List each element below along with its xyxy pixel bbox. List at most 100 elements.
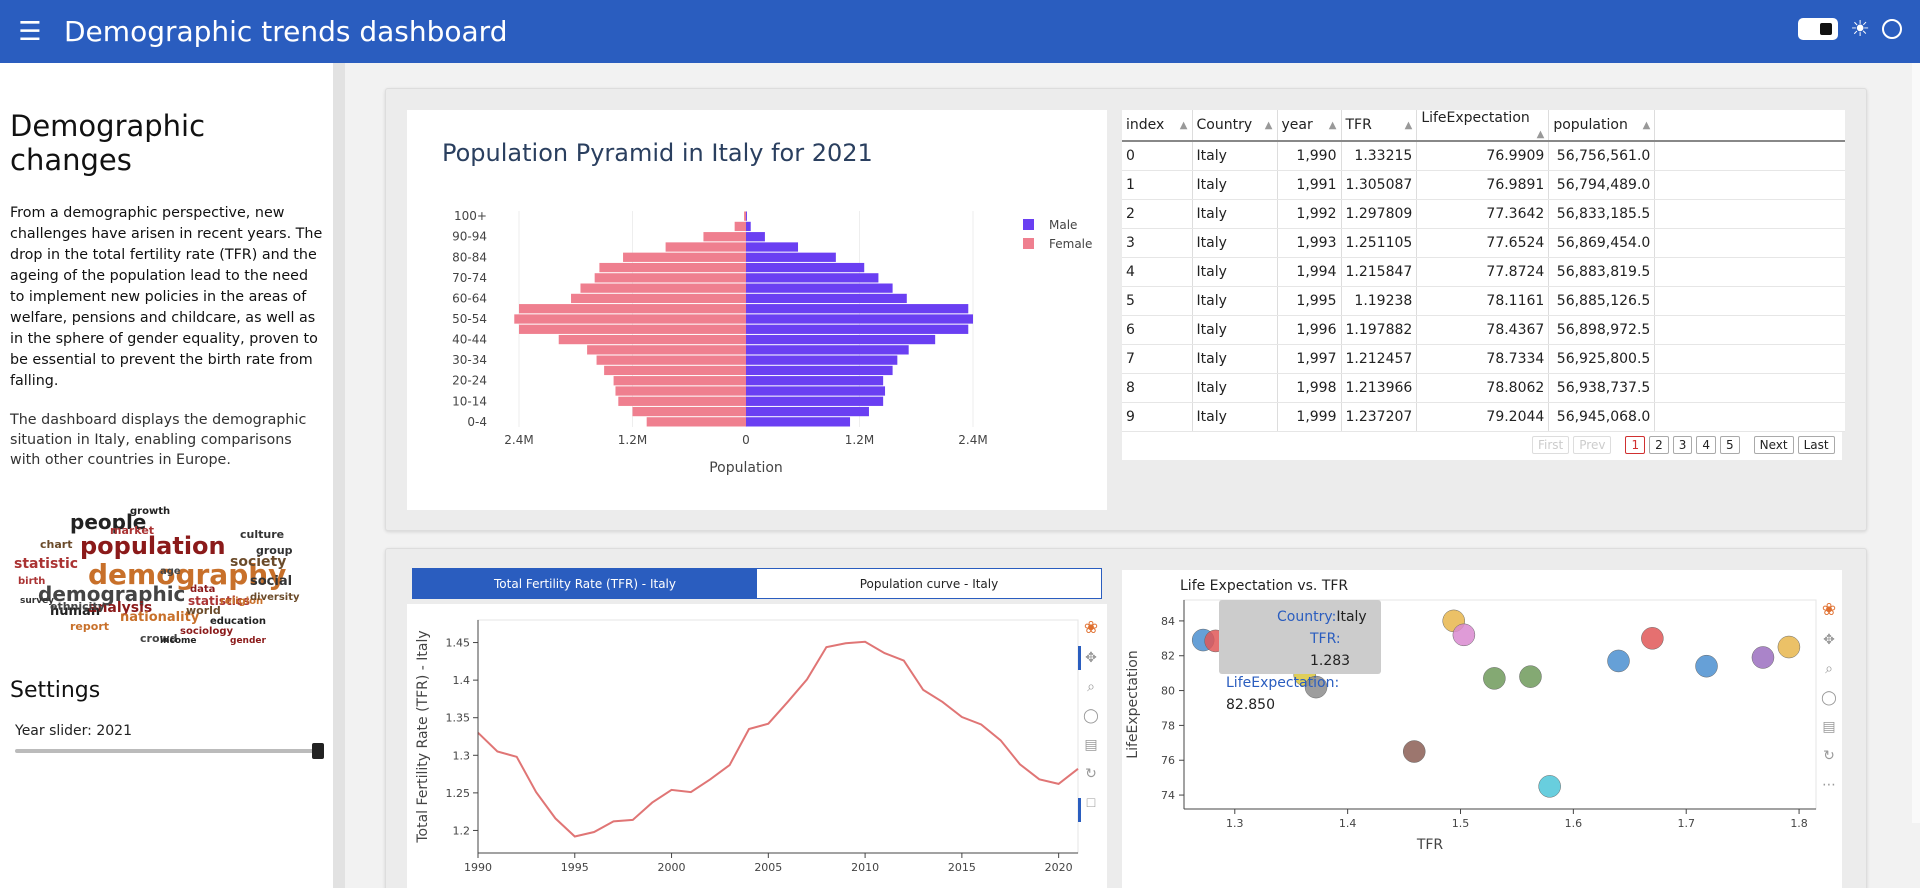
- sort-arrow-icon[interactable]: ▲: [1265, 120, 1273, 131]
- save-tool-icon[interactable]: ▤: [1819, 716, 1839, 736]
- prev-page-button[interactable]: Prev: [1573, 436, 1612, 454]
- sort-arrow-icon[interactable]: ▲: [1180, 120, 1188, 131]
- population-pyramid-chart[interactable]: 100+ 90-94 80-84 70-74 60-64 50-54 40-44 30-34 2…: [407, 195, 1107, 495]
- table-row[interactable]: 5 Italy 1,995 1.19238 78.1161 56,885,126.5: [1122, 286, 1845, 316]
- pyramid-x-tick: 2.4M: [958, 433, 987, 447]
- scatter-point: [1452, 623, 1476, 647]
- scatter-point: [1607, 649, 1630, 673]
- tab-tfr[interactable]: Total Fertility Rate (TFR) - Italy: [413, 569, 757, 598]
- page-1-button[interactable]: 1: [1625, 436, 1646, 454]
- column-header-country[interactable]: Country ▲: [1192, 110, 1278, 142]
- table-cell: 1,994: [1277, 257, 1342, 287]
- sort-arrow-icon[interactable]: ▲: [1405, 120, 1413, 131]
- next-page-button[interactable]: Next: [1753, 436, 1794, 454]
- page-scrollbar[interactable]: [1912, 63, 1920, 823]
- sort-arrow-icon[interactable]: ▲: [1537, 129, 1545, 140]
- male-bar: [746, 386, 886, 396]
- x-tick-label: 1.4: [1339, 817, 1357, 830]
- scatter-title: Life Expectation vs. TFR: [1180, 578, 1348, 594]
- app-title: Demographic trends dashboard: [64, 15, 508, 48]
- column-header-lifeexpectation[interactable]: LifeExpectation ▲: [1416, 110, 1550, 142]
- sun-icon[interactable]: ☀: [1850, 18, 1870, 40]
- sidebar: Demographic changes From a demographic p…: [0, 63, 345, 888]
- column-header-year[interactable]: year ▲: [1277, 110, 1342, 142]
- wheel-zoom-tool-icon[interactable]: ◯: [1819, 687, 1839, 707]
- female-bar: [734, 221, 746, 232]
- female-bar: [632, 406, 746, 417]
- tooltip-country-value: Italy: [1336, 609, 1367, 625]
- female-bar: [596, 355, 746, 365]
- zoom-tool-icon[interactable]: ⌕: [1081, 676, 1101, 696]
- table-cell: 5: [1122, 286, 1193, 316]
- more-tools-icon[interactable]: ⋯: [1819, 774, 1839, 794]
- tab-population-curve[interactable]: Population curve - Italy: [757, 569, 1101, 598]
- table-row[interactable]: 7 Italy 1,997 1.212457 78.7334 56,925,800.5: [1122, 344, 1845, 374]
- table-row[interactable]: 1 Italy 1,991 1.305087 76.9891 56,794,489.0: [1122, 170, 1845, 200]
- y-tick-label: 1.3: [453, 749, 471, 762]
- table-cell: 1,995: [1277, 286, 1342, 316]
- y-tick-label: 1.25: [446, 787, 471, 800]
- column-header-tfr[interactable]: TFR ▲: [1341, 110, 1418, 142]
- table-cell: 1.237207: [1341, 402, 1418, 432]
- table-row[interactable]: 9 Italy 1,999 1.237207 79.2044 56,945,068.0: [1122, 402, 1845, 432]
- table-cell-filler: [1654, 228, 1845, 258]
- pyramid-y-tick: 90-94: [452, 230, 487, 244]
- pan-tool-icon[interactable]: ✥: [1819, 629, 1839, 649]
- wordcloud-word: birth: [18, 576, 46, 587]
- wordcloud-word: chart: [40, 538, 73, 551]
- page-4-button[interactable]: 4: [1696, 436, 1717, 454]
- table-row[interactable]: 3 Italy 1,993 1.251105 77.6524 56,869,454.0: [1122, 228, 1845, 258]
- theme-toggle[interactable]: [1798, 18, 1839, 40]
- page-2-button[interactable]: 2: [1649, 436, 1669, 454]
- last-page-button[interactable]: Last: [1797, 436, 1835, 454]
- table-cell: 1.197882: [1341, 315, 1418, 345]
- page-3-button[interactable]: 3: [1672, 436, 1693, 454]
- page-5-button[interactable]: 5: [1720, 436, 1740, 454]
- hamburger-icon[interactable]: ☰: [0, 0, 60, 63]
- table-row[interactable]: 2 Italy 1,992 1.297809 77.3642 56,833,185.5: [1122, 199, 1845, 229]
- male-bar: [746, 345, 909, 355]
- table-row[interactable]: 4 Italy 1,994 1.215847 77.8724 56,883,819.5: [1122, 257, 1845, 287]
- settings-heading: Settings: [10, 678, 101, 703]
- tooltip-tfr: TFR: 1.283: [1226, 628, 1374, 672]
- y-tick-label: 1.35: [446, 712, 471, 725]
- y-tick-label: 80: [1161, 685, 1175, 698]
- save-tool-icon[interactable]: ▤: [1081, 734, 1101, 754]
- sort-arrow-icon[interactable]: ▲: [1329, 120, 1337, 131]
- table-row[interactable]: 8 Italy 1,998 1.213966 78.8062 56,938,737.5: [1122, 373, 1845, 403]
- wheel-zoom-tool-icon[interactable]: ◯: [1081, 705, 1101, 725]
- first-page-button[interactable]: First: [1532, 436, 1570, 454]
- column-header-population[interactable]: population ▲: [1548, 110, 1656, 142]
- female-bar: [623, 252, 746, 262]
- table-body: 0 Italy 1,990 1.33215 76.9909 56,756,561.0 1 It…: [1122, 141, 1845, 432]
- reset-tool-icon[interactable]: ↻: [1081, 763, 1101, 783]
- pyramid-title: Population Pyramid in Italy for 2021: [442, 139, 873, 167]
- table-row[interactable]: 0 Italy 1,990 1.33215 76.9909 56,756,561.0: [1122, 141, 1845, 171]
- column-header-index[interactable]: index ▲: [1122, 110, 1193, 142]
- zoom-tool-icon[interactable]: ⌕: [1819, 658, 1839, 678]
- female-bar: [599, 262, 746, 273]
- scatter-tooltip: Country:Italy TFR: 1.283 LifeExpectation:…: [1219, 600, 1381, 713]
- male-bar: [746, 314, 973, 324]
- x-tick-label: 1.5: [1452, 817, 1470, 830]
- female-bar: [665, 242, 746, 252]
- pyramid-y-tick: 50-54: [452, 312, 487, 326]
- table-row[interactable]: 6 Italy 1,996 1.197882 78.4367 56,898,972.5: [1122, 315, 1845, 345]
- tooltip-life-expectation: LifeExpectation: 82.850: [1226, 672, 1374, 716]
- tfr-line-chart[interactable]: 1990 1995 2000 2005 2010 2015 2020 1.2 1.25 1.3 1.…: [407, 604, 1107, 888]
- wordcloud-word: group: [256, 544, 293, 557]
- legend-label-male: Male: [1049, 218, 1077, 232]
- hover-tool-icon[interactable]: □: [1081, 792, 1101, 812]
- table-cell: 77.6524: [1416, 228, 1550, 258]
- reset-tool-icon[interactable]: ↻: [1819, 745, 1839, 765]
- table-cell: 78.1161: [1416, 286, 1550, 316]
- year-slider-handle[interactable]: [312, 743, 324, 759]
- pan-tool-icon[interactable]: ✥: [1081, 647, 1101, 667]
- male-bar: [746, 232, 765, 242]
- year-slider[interactable]: [15, 743, 324, 759]
- y-axis-label: Total Fertility Rate (TFR) - Italy: [415, 630, 431, 843]
- wordcloud-word: data: [190, 584, 216, 595]
- sort-arrow-icon[interactable]: ▲: [1643, 120, 1651, 131]
- pyramid-x-tick: 1.2M: [618, 433, 647, 447]
- table-cell: 1,999: [1277, 402, 1342, 432]
